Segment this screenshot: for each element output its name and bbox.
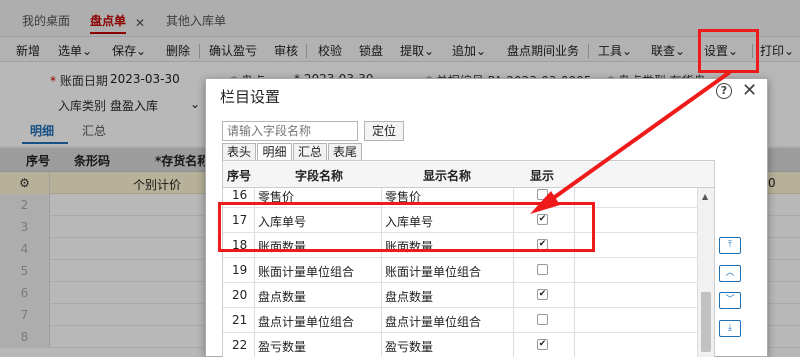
pointer-arrow — [530, 70, 732, 214]
arrow-line — [543, 70, 732, 206]
